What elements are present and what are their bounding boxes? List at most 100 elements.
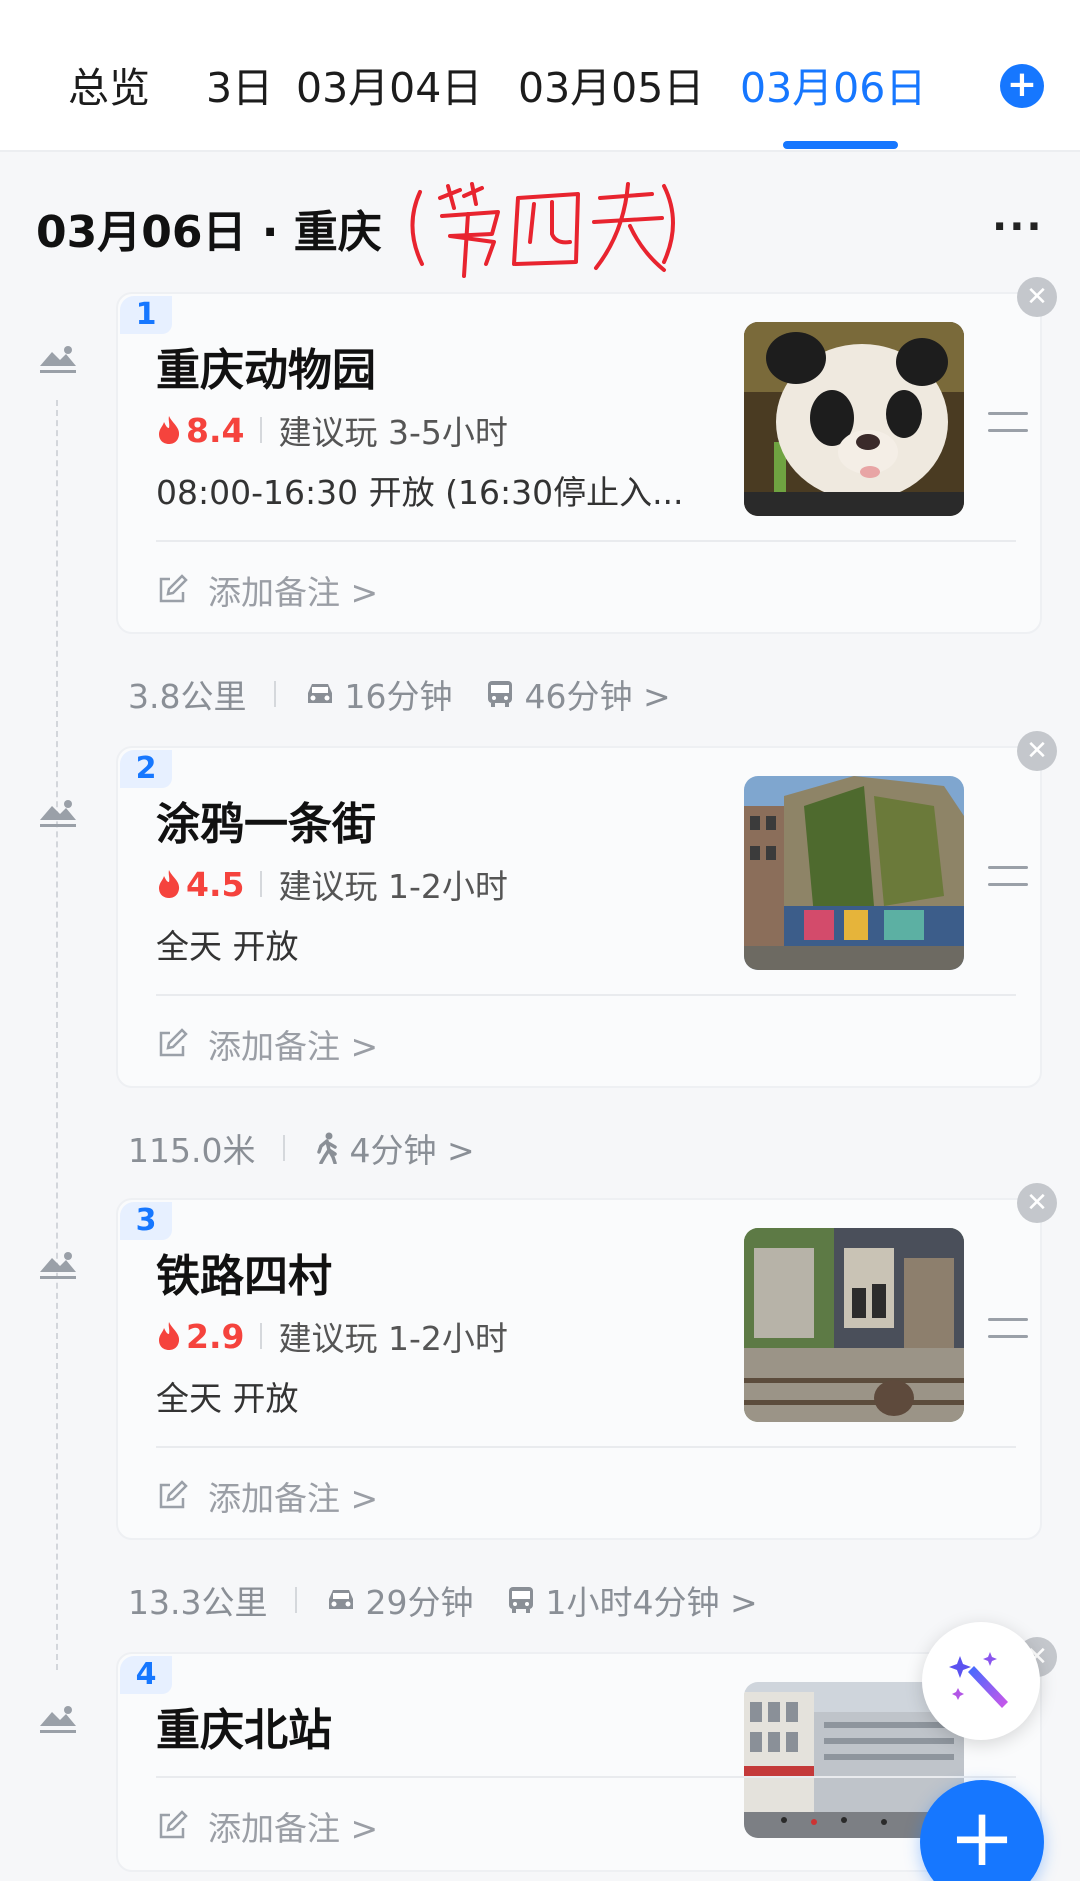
card-divider bbox=[156, 1776, 1016, 1778]
bus-icon bbox=[509, 1587, 534, 1613]
heat-value: 8.4 bbox=[186, 410, 245, 450]
spot-card[interactable]: 3 铁路四村 2.9 建议玩 1-2小时 全天 开放 添加备注 > bbox=[116, 1198, 1042, 1540]
suggested-duration: 建议玩 1-2小时 bbox=[278, 1319, 508, 1358]
heat-value: 4.5 bbox=[186, 864, 245, 904]
add-note-label: 添加备注 > bbox=[208, 1809, 379, 1848]
spot-photo-graffiti[interactable] bbox=[744, 776, 964, 970]
car-time: 16分钟 bbox=[344, 677, 453, 716]
scenic-spot-icon bbox=[40, 1706, 76, 1733]
spot-name[interactable]: 铁路四村 bbox=[156, 1240, 332, 1304]
suggested-duration: 建议玩 3-5小时 bbox=[278, 413, 508, 452]
divider bbox=[260, 1323, 263, 1349]
tab-0305[interactable]: 03月05日 bbox=[518, 60, 704, 116]
edit-icon bbox=[159, 1028, 188, 1057]
route-car[interactable]: 16分钟 bbox=[304, 670, 452, 718]
timeline-line bbox=[56, 400, 58, 1670]
add-note-button[interactable]: 添加备注 > bbox=[156, 1020, 378, 1068]
tab-0304[interactable]: 03月04日 bbox=[296, 60, 482, 116]
spot-photo-panda[interactable] bbox=[744, 322, 964, 516]
spot-index: 2 bbox=[120, 750, 172, 788]
route-info[interactable]: 115.0米 4分钟 > bbox=[128, 1124, 475, 1172]
car-time: 29分钟 bbox=[365, 1583, 474, 1622]
divider bbox=[260, 871, 263, 897]
spot-name[interactable]: 重庆动物园 bbox=[156, 334, 376, 398]
divider bbox=[274, 681, 277, 707]
spot-name[interactable]: 重庆北站 bbox=[156, 1694, 332, 1758]
scenic-spot-icon bbox=[40, 800, 76, 827]
add-day-button[interactable]: + bbox=[1000, 64, 1044, 108]
route-car[interactable]: 29分钟 bbox=[325, 1576, 473, 1624]
card-divider bbox=[156, 1446, 1016, 1448]
spot-card[interactable]: 4 重庆北站 添加备注 > bbox=[116, 1652, 1042, 1872]
flame-icon bbox=[159, 870, 180, 898]
add-note-label: 添加备注 > bbox=[208, 1027, 379, 1066]
bus-icon bbox=[488, 681, 513, 707]
bus-time: 46分钟 > bbox=[524, 677, 671, 716]
spot-card[interactable]: 1 重庆动物园 8.4 建议玩 3-5小时 08:00-16:30 开放 (16… bbox=[116, 292, 1042, 634]
route-bus[interactable]: 46分钟 > bbox=[484, 670, 671, 718]
drag-handle[interactable] bbox=[988, 1318, 1028, 1344]
scenic-spot-icon bbox=[40, 1252, 76, 1279]
opening-hours: 全天 开放 bbox=[156, 1379, 299, 1418]
route-distance: 3.8公里 bbox=[128, 677, 247, 716]
tab-0306[interactable]: 03月06日 bbox=[740, 60, 926, 116]
heat-score: 4.5 bbox=[156, 865, 244, 904]
walk-time: 4分钟 > bbox=[349, 1131, 475, 1170]
edit-icon bbox=[159, 1480, 188, 1509]
divider bbox=[295, 1587, 298, 1613]
opening-hours: 08:00-16:30 开放 (16:30停止入... bbox=[156, 473, 684, 512]
opening-hours: 全天 开放 bbox=[156, 927, 299, 966]
add-note-button[interactable]: 添加备注 > bbox=[156, 1472, 378, 1520]
bus-time: 1小时4分钟 > bbox=[545, 1583, 758, 1622]
spot-name[interactable]: 涂鸦一条街 bbox=[156, 788, 376, 852]
spot-meta: 4.5 建议玩 1-2小时 bbox=[156, 860, 508, 908]
day-title: 03月06日 · 重庆 bbox=[36, 207, 382, 258]
edit-icon bbox=[159, 1810, 188, 1839]
route-info[interactable]: 13.3公里 29分钟 1小时4分钟 > bbox=[128, 1576, 758, 1624]
ai-magic-button[interactable] bbox=[922, 1622, 1040, 1740]
route-info[interactable]: 3.8公里 16分钟 46分钟 > bbox=[128, 670, 671, 718]
edit-icon bbox=[159, 574, 188, 603]
heat-value: 2.9 bbox=[186, 1316, 245, 1356]
drag-handle[interactable] bbox=[988, 866, 1028, 892]
active-tab-indicator bbox=[783, 141, 898, 149]
remove-spot-button[interactable]: ✕ bbox=[1017, 731, 1057, 771]
route-bus[interactable]: 1小时4分钟 > bbox=[505, 1576, 758, 1624]
handwritten-annotation bbox=[410, 182, 675, 278]
add-note-button[interactable]: 添加备注 > bbox=[156, 566, 378, 614]
route-walk[interactable]: 4分钟 > bbox=[313, 1124, 475, 1172]
spot-index: 1 bbox=[120, 296, 172, 334]
add-note-label: 添加备注 > bbox=[208, 573, 379, 612]
card-divider bbox=[156, 994, 1016, 996]
route-distance: 115.0米 bbox=[128, 1131, 256, 1170]
date-tab-bar: 总览 3日 03月04日 03月05日 03月06日 + bbox=[0, 0, 1080, 152]
flame-icon bbox=[159, 1322, 180, 1350]
remove-spot-button[interactable]: ✕ bbox=[1017, 277, 1057, 317]
car-icon bbox=[308, 684, 333, 703]
heat-score: 8.4 bbox=[156, 411, 244, 450]
divider bbox=[260, 417, 263, 443]
spot-index: 4 bbox=[120, 1656, 172, 1694]
flame-icon bbox=[159, 416, 180, 444]
spot-meta: 8.4 建议玩 3-5小时 bbox=[156, 406, 508, 454]
walking-icon bbox=[317, 1132, 338, 1164]
tab-day-partial[interactable]: 3日 bbox=[206, 60, 273, 116]
tab-overview[interactable]: 总览 bbox=[68, 60, 150, 116]
add-note-button[interactable]: 添加备注 > bbox=[156, 1802, 378, 1850]
add-note-label: 添加备注 > bbox=[208, 1479, 379, 1518]
remove-spot-button[interactable]: ✕ bbox=[1017, 1183, 1057, 1223]
suggested-duration: 建议玩 1-2小时 bbox=[278, 867, 508, 906]
car-icon bbox=[329, 1590, 354, 1609]
magic-wand-icon bbox=[949, 1652, 1008, 1708]
route-distance: 13.3公里 bbox=[128, 1583, 268, 1622]
heat-score: 2.9 bbox=[156, 1317, 244, 1356]
spot-photo-railway[interactable] bbox=[744, 1228, 964, 1422]
spot-meta: 2.9 建议玩 1-2小时 bbox=[156, 1312, 508, 1360]
spot-card[interactable]: 2 涂鸦一条街 4.5 建议玩 1-2小时 全天 开放 添加备注 > bbox=[116, 746, 1042, 1088]
card-divider bbox=[156, 540, 1016, 542]
more-options-button[interactable]: ··· bbox=[992, 204, 1044, 250]
scenic-spot-icon bbox=[40, 346, 76, 373]
divider bbox=[283, 1135, 286, 1161]
drag-handle[interactable] bbox=[988, 412, 1028, 438]
spot-index: 3 bbox=[120, 1202, 172, 1240]
